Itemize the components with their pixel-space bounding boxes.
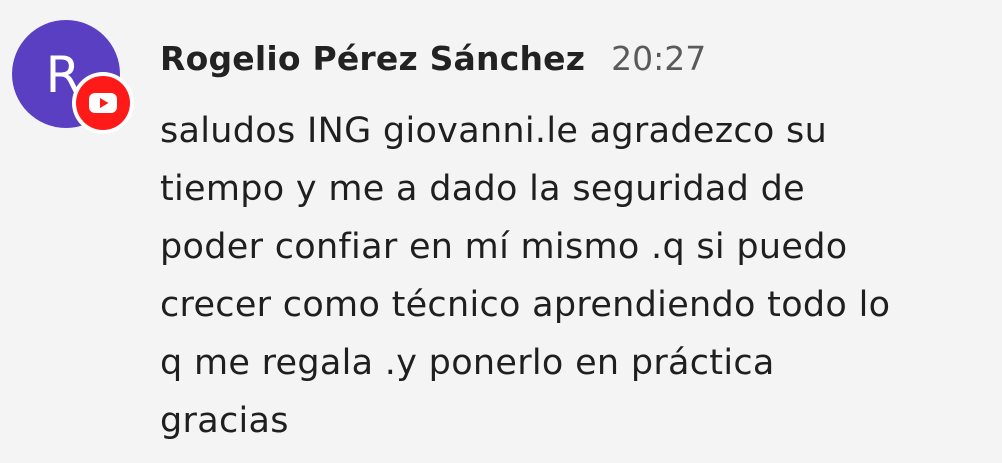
comment-line: tiempo y me a dado la seguridad de <box>160 169 805 209</box>
comment-line: poder confiar en mí mismo .q si puedo <box>160 227 848 267</box>
comment-header: Rogelio Pérez Sánchez 20:27 <box>160 30 706 86</box>
comment-line: q me regala .y ponerlo en práctica <box>160 343 775 383</box>
comment-text: saludos ING giovanni.le agradezco su tie… <box>160 102 995 450</box>
comment: R Rogelio Pérez Sánchez 20:27 saludos IN… <box>0 0 1002 463</box>
comment-line: crecer como técnico aprendiendo todo lo <box>160 285 891 325</box>
youtube-icon <box>76 76 130 130</box>
comment-line: gracias <box>160 401 289 441</box>
play-icon <box>89 93 117 113</box>
timestamp: 20:27 <box>611 38 707 78</box>
youtube-badge <box>72 72 134 134</box>
comment-line: saludos ING giovanni.le agradezco su <box>160 111 828 151</box>
author-name[interactable]: Rogelio Pérez Sánchez <box>160 39 585 78</box>
